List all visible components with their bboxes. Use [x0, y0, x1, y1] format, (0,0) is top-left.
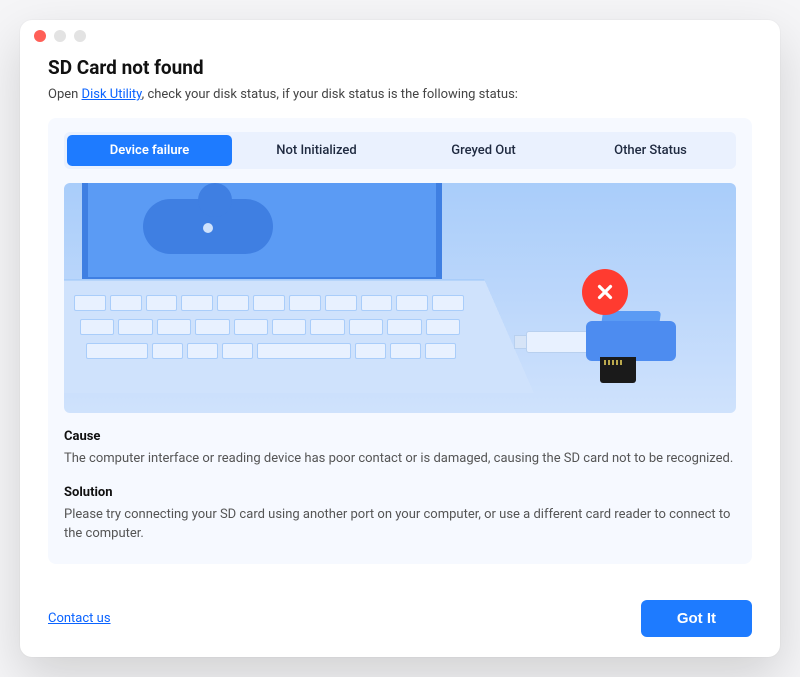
keyboard-row-3 [86, 343, 456, 359]
titlebar [20, 20, 780, 52]
status-tabs: Device failure Not Initialized Greyed Ou… [64, 132, 736, 169]
status-illustration [64, 183, 736, 413]
window-close-button[interactable] [34, 30, 46, 42]
disk-utility-link[interactable]: Disk Utility [82, 87, 142, 102]
cause-heading: Cause [64, 429, 736, 444]
sd-card-graphic [600, 357, 636, 383]
dialog-subtitle: Open Disk Utility, check your disk statu… [48, 87, 752, 102]
solution-heading: Solution [64, 485, 736, 500]
subtitle-suffix: , check your disk status, if your disk s… [142, 87, 518, 102]
dialog-content: SD Card not found Open Disk Utility, che… [20, 56, 780, 582]
dialog-title: SD Card not found [48, 56, 752, 79]
window-zoom-button[interactable] [74, 30, 86, 42]
subtitle-prefix: Open [48, 87, 82, 102]
tab-greyed-out[interactable]: Greyed Out [401, 135, 566, 166]
x-circle-icon [582, 269, 628, 315]
got-it-button[interactable]: Got It [641, 600, 752, 637]
window-minimize-button[interactable] [54, 30, 66, 42]
card-reader-body-graphic [586, 321, 676, 361]
tab-device-failure[interactable]: Device failure [67, 135, 232, 166]
laptop-screen-graphic [82, 183, 442, 283]
keyboard-row-2 [80, 319, 460, 335]
tab-other-status[interactable]: Other Status [568, 135, 733, 166]
solution-text: Please try connecting your SD card using… [64, 506, 736, 544]
keyboard-row-1 [74, 295, 464, 311]
cause-text: The computer interface or reading device… [64, 450, 736, 469]
dialog-window: SD Card not found Open Disk Utility, che… [20, 20, 780, 657]
status-panel: Device failure Not Initialized Greyed Ou… [48, 118, 752, 564]
contact-us-link[interactable]: Contact us [48, 611, 111, 626]
tab-not-initialized[interactable]: Not Initialized [234, 135, 399, 166]
dialog-footer: Contact us Got It [20, 582, 780, 657]
screen-dot-graphic [203, 223, 213, 233]
